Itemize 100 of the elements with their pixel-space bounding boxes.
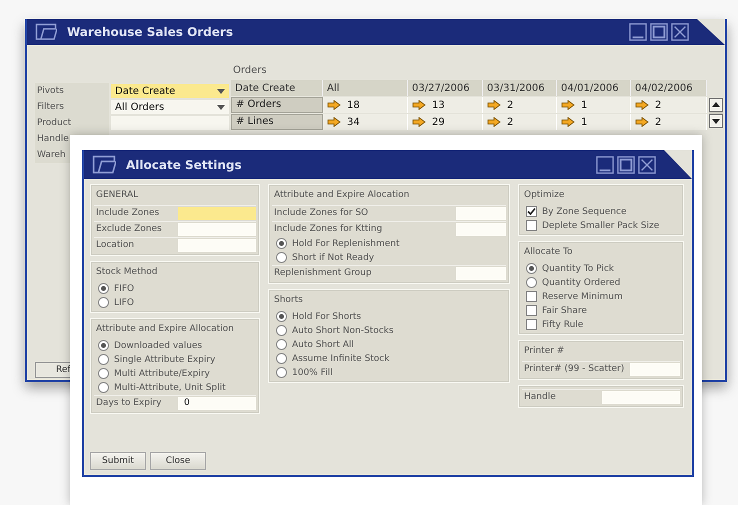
table-cell: 1 <box>557 114 631 130</box>
scrollbar[interactable] <box>709 98 723 128</box>
dropdown-caret-icon[interactable] <box>217 104 225 110</box>
group-title: Allocate To <box>523 246 574 259</box>
arrow-icon <box>487 117 501 127</box>
scroll-down-button[interactable] <box>709 114 723 128</box>
radio-button[interactable] <box>98 283 109 294</box>
field-label: Exclude Zones <box>95 224 163 234</box>
row-header: # Orders <box>231 97 323 113</box>
dropdown-caret-icon[interactable] <box>217 88 225 94</box>
radio-button[interactable] <box>276 353 287 364</box>
table-cell: 18 <box>323 97 408 113</box>
field-label: Pivots <box>35 83 109 99</box>
option-label: 100% Fill <box>292 368 333 378</box>
radio-button[interactable] <box>276 311 287 322</box>
input-field[interactable] <box>178 206 256 220</box>
option-label: Quantity To Pick <box>542 264 614 274</box>
maximize-button[interactable] <box>650 23 668 41</box>
input-field[interactable] <box>602 390 680 404</box>
close-button[interactable] <box>671 23 689 41</box>
checkbox[interactable] <box>526 220 537 231</box>
arrow-icon <box>561 100 575 110</box>
radio-button[interactable] <box>98 297 109 308</box>
option-label: Downloaded values <box>114 340 202 350</box>
option-label: FIFO <box>114 284 134 294</box>
form-icon <box>35 23 57 41</box>
arrow-icon <box>635 117 649 127</box>
input-field[interactable]: 0 <box>178 396 256 410</box>
option-label: LIFO <box>114 298 134 308</box>
close-button[interactable] <box>638 156 656 174</box>
field-label: Product <box>35 115 109 131</box>
field-label: Include Zones for SO <box>273 208 370 218</box>
group-title: Attribute and Expire Allocation <box>95 323 235 336</box>
group-title: Optimize <box>523 189 566 202</box>
field-label: Handle <box>523 392 557 402</box>
radio-button[interactable] <box>276 339 287 350</box>
checkbox[interactable] <box>526 291 537 302</box>
table-cell: 2 <box>631 114 707 130</box>
radio-button[interactable] <box>98 354 109 365</box>
window-title: Warehouse Sales Orders <box>67 25 234 39</box>
input-field[interactable] <box>630 362 680 376</box>
table-cell: 34 <box>323 114 408 130</box>
input-field[interactable] <box>456 266 506 280</box>
radio-button[interactable] <box>276 367 287 378</box>
table-cell: 29 <box>408 114 483 130</box>
radio-button[interactable] <box>276 325 287 336</box>
group-title: Stock Method <box>95 266 159 279</box>
minimize-button[interactable] <box>596 156 614 174</box>
field-label: Days to Expiry <box>95 398 162 408</box>
option-label: Fifty Rule <box>542 320 584 330</box>
table-cell: 13 <box>408 97 483 113</box>
arrow-icon <box>412 117 426 127</box>
option-label: Single Attribute Expiry <box>114 354 216 364</box>
input-field[interactable] <box>178 238 256 252</box>
field-label: Include Zones for Ktting <box>273 224 384 234</box>
option-label: Hold For Replenishment <box>292 238 400 248</box>
input-field[interactable] <box>456 222 506 236</box>
radio-button[interactable] <box>98 368 109 379</box>
option-label: Reserve Minimum <box>542 292 623 302</box>
arrow-icon <box>327 100 341 110</box>
option-label: By Zone Sequence <box>542 206 627 216</box>
row-header: # Lines <box>231 114 323 130</box>
checkbox[interactable] <box>526 305 537 316</box>
radio-button[interactable] <box>526 277 537 288</box>
maximize-button[interactable] <box>617 156 635 174</box>
dialog-title: Allocate Settings <box>126 158 243 172</box>
arrow-icon <box>327 117 341 127</box>
input-field[interactable] <box>178 222 256 236</box>
dropdown-field[interactable] <box>111 116 229 130</box>
checkbox[interactable] <box>526 319 537 330</box>
column-header: All <box>323 80 408 96</box>
field-label: Replenishment Group <box>273 268 373 278</box>
option-label: Hold For Shorts <box>292 312 362 322</box>
group-title: Shorts <box>273 294 304 307</box>
arrow-icon <box>487 100 501 110</box>
radio-button[interactable] <box>98 340 109 351</box>
input-field[interactable] <box>456 206 506 220</box>
column-header: 04/02/2006 <box>631 80 707 96</box>
group-title: Printer # <box>523 345 566 358</box>
dialog-button[interactable]: Close <box>150 452 206 470</box>
radio-button[interactable] <box>98 382 109 393</box>
option-label: Auto Short Non-Stocks <box>292 326 394 336</box>
table-cell: 2 <box>483 114 557 130</box>
scroll-up-button[interactable] <box>709 98 723 112</box>
radio-button[interactable] <box>276 252 287 263</box>
checkbox[interactable] <box>526 206 537 217</box>
arrow-icon <box>412 100 426 110</box>
option-label: Short if Not Ready <box>292 252 374 262</box>
option-label: Multi Attribute/Expiry <box>114 368 210 378</box>
dialog-button[interactable]: Submit <box>90 452 146 470</box>
dropdown-field[interactable]: Date Create <box>111 84 229 98</box>
minimize-button[interactable] <box>629 23 647 41</box>
radio-button[interactable] <box>526 263 537 274</box>
field-label: Include Zones <box>95 208 160 218</box>
radio-button[interactable] <box>276 238 287 249</box>
table-cell: 2 <box>483 97 557 113</box>
option-label: Fair Share <box>542 306 587 316</box>
arrow-icon <box>635 100 649 110</box>
column-header: 03/27/2006 <box>408 80 483 96</box>
dropdown-field[interactable]: All Orders <box>111 100 229 114</box>
